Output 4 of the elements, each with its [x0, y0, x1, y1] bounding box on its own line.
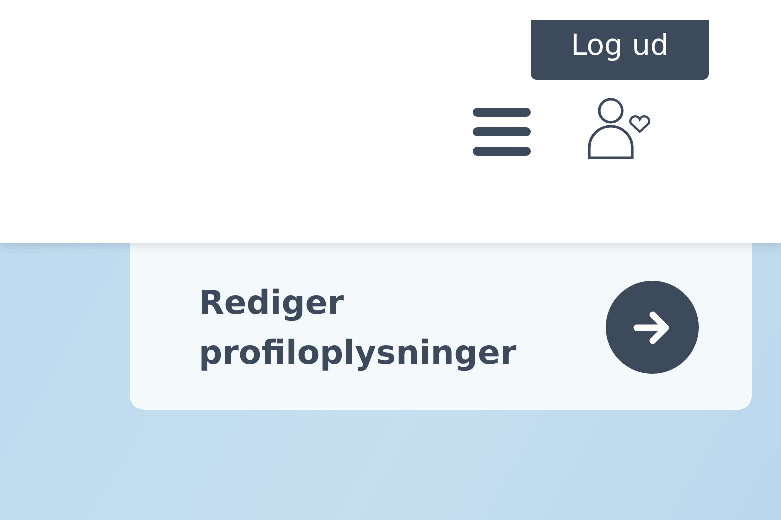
- menu-icon[interactable]: [473, 108, 531, 156]
- user-heart-icon[interactable]: [588, 98, 652, 160]
- edit-profile-link[interactable]: Rediger profiloplysninger: [199, 278, 559, 378]
- logout-button[interactable]: Log ud: [531, 20, 709, 80]
